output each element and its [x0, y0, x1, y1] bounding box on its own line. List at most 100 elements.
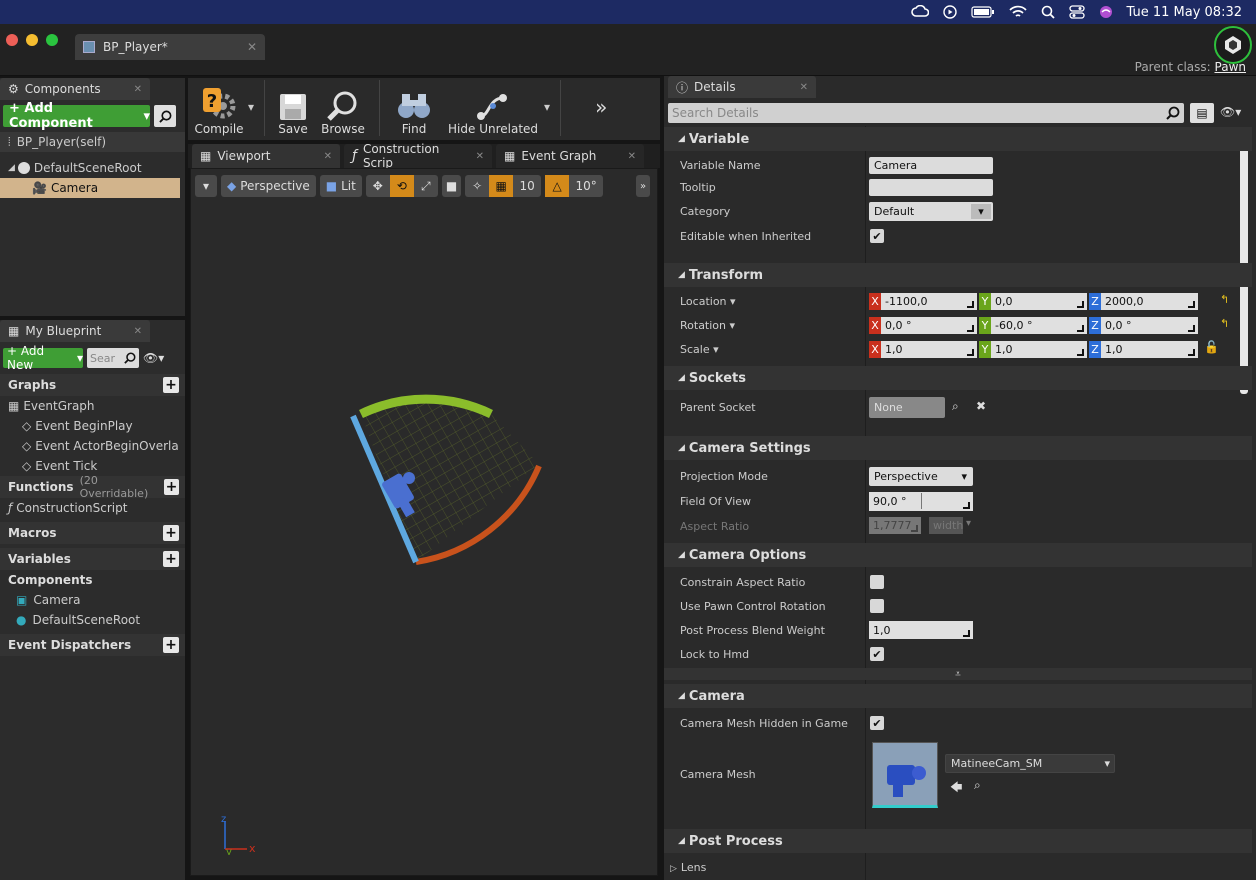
variable-item[interactable]: ● DefaultSceneRoot [0, 610, 185, 630]
grid-snap-icon[interactable]: ▦ [489, 175, 514, 197]
close-tab-icon[interactable]: ✕ [134, 84, 142, 95]
rotation-z-input[interactable]: 0,0 ° [1101, 317, 1198, 334]
document-tab[interactable]: BP_Player* ✕ [75, 34, 265, 60]
close-window-button[interactable] [6, 34, 18, 46]
category-dropdown[interactable]: Default ▾ [869, 202, 993, 221]
add-dispatcher-button[interactable]: + [163, 637, 179, 653]
camera-mesh-asset-picker[interactable]: MatineeCam_SM ▾ [945, 754, 1115, 773]
tooltip-input[interactable] [869, 179, 993, 196]
add-component-button[interactable]: + Add Component ▾ [3, 101, 150, 131]
compile-options-dropdown[interactable]: ▾ [248, 100, 254, 114]
constrain-aspect-ratio-checkbox[interactable] [870, 575, 884, 589]
wifi-icon[interactable] [1008, 5, 1027, 19]
close-tab-icon[interactable]: ✕ [476, 151, 484, 162]
view-options-eye-icon[interactable]: 👁▾ [1220, 105, 1241, 119]
browse-button[interactable]: Browse [317, 80, 369, 136]
event-item[interactable]: ◇ Event BeginPlay [0, 416, 185, 436]
surface-snap-icon[interactable]: ✧ [465, 179, 489, 193]
variable-name-input[interactable]: Camera [869, 157, 993, 174]
event-dispatchers-header[interactable]: Event Dispatchers + [0, 634, 185, 656]
components-tab[interactable]: ⚙ Components ✕ [0, 78, 150, 100]
close-tab-icon[interactable]: ✕ [134, 326, 142, 337]
scale-icon[interactable]: ⤢ [414, 179, 438, 194]
scale-y-input[interactable]: 1,0 [991, 341, 1087, 358]
hide-unrelated-dropdown[interactable]: ▾ [544, 100, 550, 114]
eye-icon[interactable]: 👁▾ [143, 351, 164, 365]
camera-mesh-hidden-checkbox[interactable]: ✔ [870, 716, 884, 730]
translate-icon[interactable]: ✥ [366, 179, 390, 193]
aspect-ratio-unit[interactable]: width [929, 517, 963, 534]
compile-button[interactable]: ? Compile [186, 80, 252, 136]
editable-when-inherited-checkbox[interactable]: ✔ [870, 229, 884, 243]
scale-z-input[interactable]: 1,0 [1101, 341, 1198, 358]
close-tab-icon[interactable]: ✕ [628, 151, 636, 162]
rotation-snap-icon[interactable]: △ [545, 175, 570, 197]
perspective-button[interactable]: ◆ Perspective [221, 175, 316, 197]
spotlight-search-icon[interactable] [1041, 5, 1055, 19]
add-function-button[interactable]: + [164, 479, 179, 495]
hide-unrelated-button[interactable]: Hide Unrelated [448, 80, 538, 136]
scale-x-input[interactable]: 1,0 [881, 341, 977, 358]
close-tab-icon[interactable]: ✕ [324, 151, 332, 162]
close-tab-icon[interactable]: ✕ [247, 40, 257, 54]
find-button[interactable]: Find [390, 80, 438, 136]
rotation-x-input[interactable]: 0,0 ° [881, 317, 977, 334]
parent-class-link[interactable]: Pawn [1215, 60, 1246, 74]
viewport-options-button[interactable]: ▾ [195, 175, 217, 197]
browse-asset-search-icon[interactable]: ⌕ [974, 778, 981, 793]
tab-viewport[interactable]: ▦ Viewport ✕ [192, 144, 340, 168]
battery-icon[interactable] [970, 6, 995, 18]
toolbar-overflow-icon[interactable]: » [595, 95, 607, 119]
clear-socket-icon[interactable]: ✖ [976, 399, 986, 413]
rotate-icon[interactable]: ⟲ [389, 175, 414, 197]
reset-to-default-icon[interactable]: ↰ [1220, 293, 1229, 306]
advanced-expander[interactable]: ⩡ [664, 668, 1252, 680]
save-button[interactable]: Save [275, 80, 311, 136]
details-tab[interactable]: ⓘ Details ✕ [668, 76, 816, 98]
details-search-input[interactable]: Search Details [668, 103, 1184, 123]
lit-button[interactable]: ■ Lit [319, 175, 362, 197]
macros-header[interactable]: Macros + [0, 522, 185, 544]
blueprint-search-input[interactable]: Sear [87, 348, 139, 368]
post-process-blend-weight-input[interactable]: 1,0 [869, 621, 973, 639]
use-pawn-control-rotation-checkbox[interactable] [870, 599, 884, 613]
add-graph-button[interactable]: + [163, 377, 179, 393]
self-component[interactable]: ⦙ BP_Player(self) [0, 132, 185, 152]
search-components-button[interactable] [154, 105, 176, 127]
graphs-header[interactable]: Graphs + [0, 374, 185, 396]
siri-icon[interactable] [1099, 5, 1113, 19]
rotation-snap-value[interactable]: 10° [569, 179, 603, 193]
minimize-window-button[interactable] [26, 34, 38, 46]
lens-row[interactable]: ▷ Lens [670, 861, 706, 874]
use-selected-asset-arrow-icon[interactable]: 🡄 [950, 778, 962, 799]
transform-section-header[interactable]: ◢ Transform [664, 263, 1252, 287]
my-blueprint-tab[interactable]: ▦ My Blueprint ✕ [0, 320, 150, 342]
function-item[interactable]: ƒ ConstructionScript [0, 498, 185, 518]
aspect-ratio-input[interactable]: 1,7777 [869, 517, 921, 534]
add-new-button[interactable]: + Add New ▾ [3, 344, 83, 372]
expand-arrow-icon[interactable]: ◢ [8, 163, 15, 173]
variable-item[interactable]: ▣ Camera [0, 590, 185, 610]
functions-header[interactable]: Functions (20 Overridable) + [0, 474, 185, 500]
tree-item-camera[interactable]: 🎥 Camera [0, 178, 180, 198]
post-process-section-header[interactable]: ◢ Post Process [664, 829, 1252, 853]
grid-snap-value[interactable]: 10 [513, 179, 541, 193]
lock-icon[interactable]: 🔓 [1204, 340, 1219, 354]
camera-settings-section-header[interactable]: ◢ Camera Settings [664, 436, 1252, 460]
add-macro-button[interactable]: + [163, 525, 179, 541]
location-z-input[interactable]: 2000,0 [1101, 293, 1198, 310]
viewport-toolbar-overflow[interactable]: » [636, 175, 650, 197]
location-x-input[interactable]: -1100,0 [881, 293, 977, 310]
event-graph-item[interactable]: ▦ EventGraph [0, 396, 185, 416]
parent-socket-field[interactable]: None [869, 397, 945, 418]
projection-mode-dropdown[interactable]: Perspective ▾ [869, 467, 973, 486]
camera-mesh-thumbnail[interactable] [872, 742, 938, 808]
field-of-view-slider[interactable]: 90,0 ° [869, 492, 973, 511]
viewport[interactable]: ▾ ◆ Perspective ■ Lit ✥ ⟲ ⤢ ■ ✧ ▦ 10 △ 10°… [190, 168, 658, 876]
event-item[interactable]: ◇ Event ActorBeginOverla [0, 436, 185, 456]
play-circle-icon[interactable] [942, 5, 957, 19]
reset-to-default-icon[interactable]: ↰ [1220, 317, 1229, 330]
variable-section-header[interactable]: ◢ Variable [664, 127, 1252, 151]
rotation-label[interactable]: Rotation ▾ [680, 319, 735, 332]
scale-label[interactable]: Scale ▾ [680, 343, 719, 356]
